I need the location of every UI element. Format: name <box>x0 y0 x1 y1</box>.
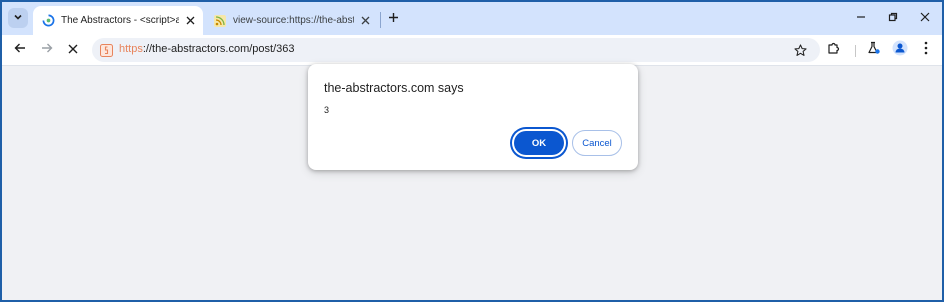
url-rest: ://the-abstractors.com/post/363 <box>142 43 295 55</box>
url-text: https://the-abstractors.com/post/363 <box>119 43 295 55</box>
restore-icon <box>888 9 898 27</box>
bookmark-star-icon[interactable] <box>792 42 808 58</box>
toolbar: https://the-abstractors.com/post/363 <box>2 35 942 66</box>
minimize-icon <box>856 9 866 27</box>
tab-search-button[interactable] <box>8 8 28 28</box>
forward-button[interactable] <box>37 40 57 60</box>
tab-view-source[interactable]: view-source:https://the-abstrac <box>205 6 378 35</box>
close-icon <box>68 41 78 59</box>
tab-close-icon[interactable] <box>358 14 372 28</box>
url-protocol: https <box>119 43 143 55</box>
cancel-button[interactable]: Cancel <box>572 130 622 156</box>
alert-dialog: the-abstractors.com says 3 OK Cancel <box>308 64 638 170</box>
close-window-button[interactable] <box>914 8 936 28</box>
minimize-button[interactable] <box>850 8 872 28</box>
tab-the-abstractors[interactable]: The Abstractors - <script>alert( <box>33 6 203 35</box>
tab-divider <box>380 12 381 28</box>
avatar-icon <box>892 40 908 61</box>
tab-title: The Abstractors - <script>alert( <box>61 15 179 26</box>
ok-button[interactable]: OK <box>514 131 564 155</box>
puzzle-icon <box>827 41 841 60</box>
dialog-title: the-abstractors.com says <box>324 81 464 95</box>
flask-icon <box>867 41 881 60</box>
rss-feed-icon <box>213 14 227 28</box>
close-icon <box>920 9 930 27</box>
new-tab-button[interactable] <box>384 10 402 28</box>
browser-window: The Abstractors - <script>alert( view-so… <box>0 0 944 302</box>
profile-button[interactable] <box>890 40 910 60</box>
chevron-down-icon <box>13 9 23 27</box>
restore-button[interactable] <box>882 8 904 28</box>
address-bar[interactable]: https://the-abstractors.com/post/363 <box>92 38 820 62</box>
site-info-icon[interactable] <box>98 42 114 58</box>
labs-button[interactable] <box>864 40 884 60</box>
toolbar-divider <box>855 45 856 57</box>
tab-title: view-source:https://the-abstrac <box>233 15 354 26</box>
arrow-left-icon <box>14 41 26 59</box>
menu-button[interactable] <box>916 40 936 60</box>
loading-spinner-icon <box>41 14 55 28</box>
extensions-button[interactable] <box>824 40 844 60</box>
tab-strip: The Abstractors - <script>alert( view-so… <box>2 2 942 35</box>
dialog-message: 3 <box>324 105 330 115</box>
back-button[interactable] <box>10 40 30 60</box>
plus-icon <box>388 10 399 28</box>
stop-loading-button[interactable] <box>63 40 83 60</box>
tab-close-icon[interactable] <box>183 14 197 28</box>
arrow-right-icon <box>41 41 53 59</box>
more-vertical-icon <box>924 41 928 60</box>
